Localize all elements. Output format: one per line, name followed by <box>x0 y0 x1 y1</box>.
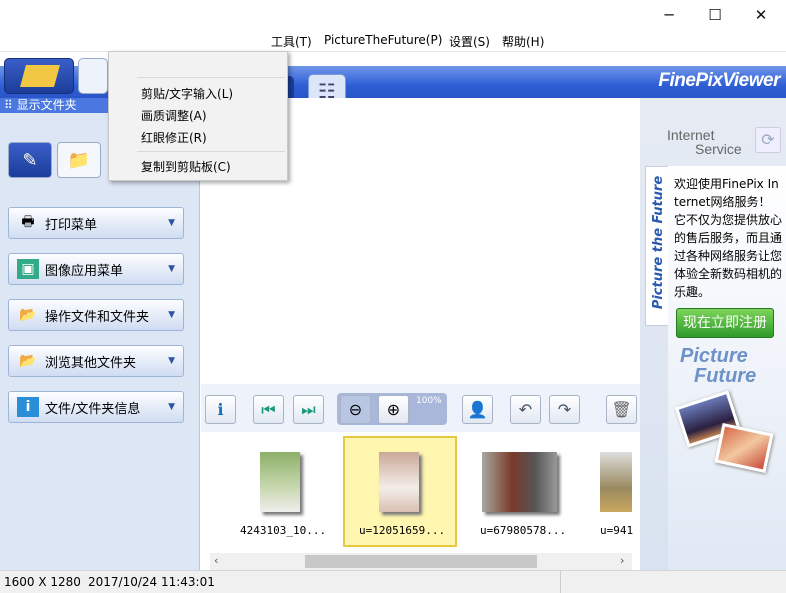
sidebar-item-print[interactable]: 🖶 打印菜单 ▼ <box>8 207 184 239</box>
close-button[interactable]: ✕ <box>738 0 784 30</box>
menu-help[interactable]: 帮助(H) <box>502 33 544 50</box>
picture-the-future-logo: Picture Future <box>680 345 757 387</box>
rotate-right-icon: ↷ <box>557 400 572 419</box>
sidebar-item-image-app[interactable]: ▣ 图像应用菜单 ▼ <box>8 253 184 285</box>
menu-separator <box>137 77 285 78</box>
rotate-right-button[interactable]: ↷ <box>549 395 580 424</box>
menu-separator <box>137 151 285 152</box>
refresh-icon: ⟳ <box>761 130 775 149</box>
sidebar-item-browse-folders[interactable]: 📂 浏览其他文件夹 ▼ <box>8 345 184 377</box>
chevron-down-icon: ▼ <box>168 264 175 274</box>
folder-tree-icon: 📁 <box>67 149 91 171</box>
thumbnail-caption: 4243103_10... <box>240 524 327 537</box>
last-button[interactable]: ⏭ <box>293 395 324 424</box>
menu-item-red-eye[interactable]: 红眼修正(R) <box>141 129 207 146</box>
person-icon: 👤 <box>467 400 488 419</box>
zoom-out-button[interactable]: ⊖ <box>340 395 371 424</box>
sidebar-item-label: 浏览其他文件夹 <box>45 355 137 371</box>
service-description: 欢迎使用FinePix Internet网络服务！它不仅为您提供放心的售后服务，… <box>674 177 783 299</box>
menu-item-copy-clipboard[interactable]: 复制到剪贴板(C) <box>141 158 231 175</box>
skip-back-icon: ⏮ <box>261 399 276 419</box>
first-button[interactable]: ⏮ <box>253 395 284 424</box>
minimize-button[interactable]: ─ <box>646 0 692 30</box>
thumbnail-image[interactable] <box>482 452 557 512</box>
face-button[interactable]: 👤 <box>462 395 493 424</box>
left-panel <box>0 113 200 570</box>
maximize-button[interactable]: ☐ <box>692 0 738 30</box>
chevron-down-icon: ▼ <box>168 310 175 320</box>
sidebar-item-file-ops[interactable]: 📂 操作文件和文件夹 ▼ <box>8 299 184 331</box>
info-button[interactable]: ℹ <box>205 395 236 424</box>
folder-browse-icon: 📂 <box>19 353 37 369</box>
chevron-down-icon: ▼ <box>168 402 175 412</box>
zoom-in-icon: ⊕ <box>386 400 401 419</box>
show-folder-label: 显示文件夹 <box>16 98 77 112</box>
view-button[interactable] <box>78 58 108 94</box>
menu-picture-the-future[interactable]: PictureTheFuture(P) <box>324 33 442 47</box>
scroll-right-icon[interactable]: › <box>620 554 624 567</box>
edit-mode-button[interactable]: ✎ <box>8 142 52 178</box>
sidebar-item-label: 打印菜单 <box>45 217 98 233</box>
zoom-level: 100% <box>416 396 442 406</box>
status-bar: 1600 X 1280 2017/10/24 11:43:01 <box>0 570 786 593</box>
zoom-in-button[interactable]: ⊕ <box>378 395 409 424</box>
thumbnail-caption: u=941 <box>600 524 634 537</box>
info-icon: i <box>17 397 39 417</box>
menu-settings[interactable]: 设置(S) <box>449 33 490 50</box>
info-icon: ℹ <box>217 400 224 419</box>
sidebar-item-label: 操作文件和文件夹 <box>45 309 150 325</box>
chevron-down-icon: ▼ <box>168 218 175 228</box>
printer-icon: 🖶 <box>21 214 35 230</box>
thumbnail-image[interactable] <box>260 452 300 512</box>
scrollbar-thumb[interactable] <box>305 555 537 568</box>
folder-icon <box>20 65 60 87</box>
internet-service-panel: Internet Service ⟳ Picture the Future 欢迎使… <box>640 98 786 570</box>
tab-label: Picture the Future <box>651 175 666 310</box>
status-divider <box>560 571 561 593</box>
thumbnail-caption: u=67980578... <box>480 524 567 537</box>
menu-bar: 工具(T) PictureTheFuture(P) 设置(S) 帮助(H) <box>0 30 786 52</box>
zoom-out-icon: ⊖ <box>348 400 363 419</box>
thumbnail-image[interactable] <box>379 452 419 512</box>
chevron-down-icon: ▼ <box>168 356 175 366</box>
pencil-icon: ✎ <box>22 149 38 171</box>
folder-view-button[interactable] <box>4 58 74 94</box>
image-datetime: 2017/10/24 11:43:01 <box>88 575 215 589</box>
menu-tools[interactable]: 工具(T) <box>271 33 312 50</box>
horizontal-scrollbar[interactable]: ‹ › <box>210 553 632 570</box>
folder-tree-button[interactable]: 📁 <box>57 142 101 178</box>
rotate-left-button[interactable]: ↶ <box>510 395 541 424</box>
skip-forward-icon: ⏭ <box>301 399 316 419</box>
refresh-button[interactable]: ⟳ <box>755 127 781 153</box>
picture-the-future-tab[interactable]: Picture the Future <box>645 166 668 326</box>
app-logo: FinePixViewer <box>658 70 780 91</box>
title-bar: ─ ☐ ✕ <box>0 0 786 30</box>
menu-item-quality-adjust[interactable]: 画质调整(A) <box>141 107 207 124</box>
trash-icon: 🗑 <box>611 400 632 419</box>
image-app-icon: ▣ <box>17 259 39 279</box>
sidebar-item-label: 图像应用菜单 <box>45 263 124 279</box>
internet-service-header: Internet Service <box>667 127 742 157</box>
thumbnail-image[interactable] <box>600 452 632 512</box>
folder-operate-icon: 📂 <box>19 307 37 323</box>
delete-button[interactable]: 🗑 <box>606 395 637 424</box>
rotate-left-icon: ↶ <box>518 400 533 419</box>
sidebar-item-info[interactable]: i 文件/文件夹信息 ▼ <box>8 391 184 423</box>
scroll-left-icon[interactable]: ‹ <box>214 554 218 567</box>
sidebar-item-label: 文件/文件夹信息 <box>45 401 141 417</box>
register-now-button[interactable]: 现在立即注册 <box>676 308 774 338</box>
context-menu: 剪贴/文字输入(L) 画质调整(A) 红眼修正(R) 复制到剪贴板(C) <box>108 51 288 181</box>
menu-item-clip-text[interactable]: 剪贴/文字输入(L) <box>141 85 233 102</box>
thumbnail-caption: u=12051659... <box>359 524 446 537</box>
image-dimensions: 1600 X 1280 <box>4 575 81 589</box>
